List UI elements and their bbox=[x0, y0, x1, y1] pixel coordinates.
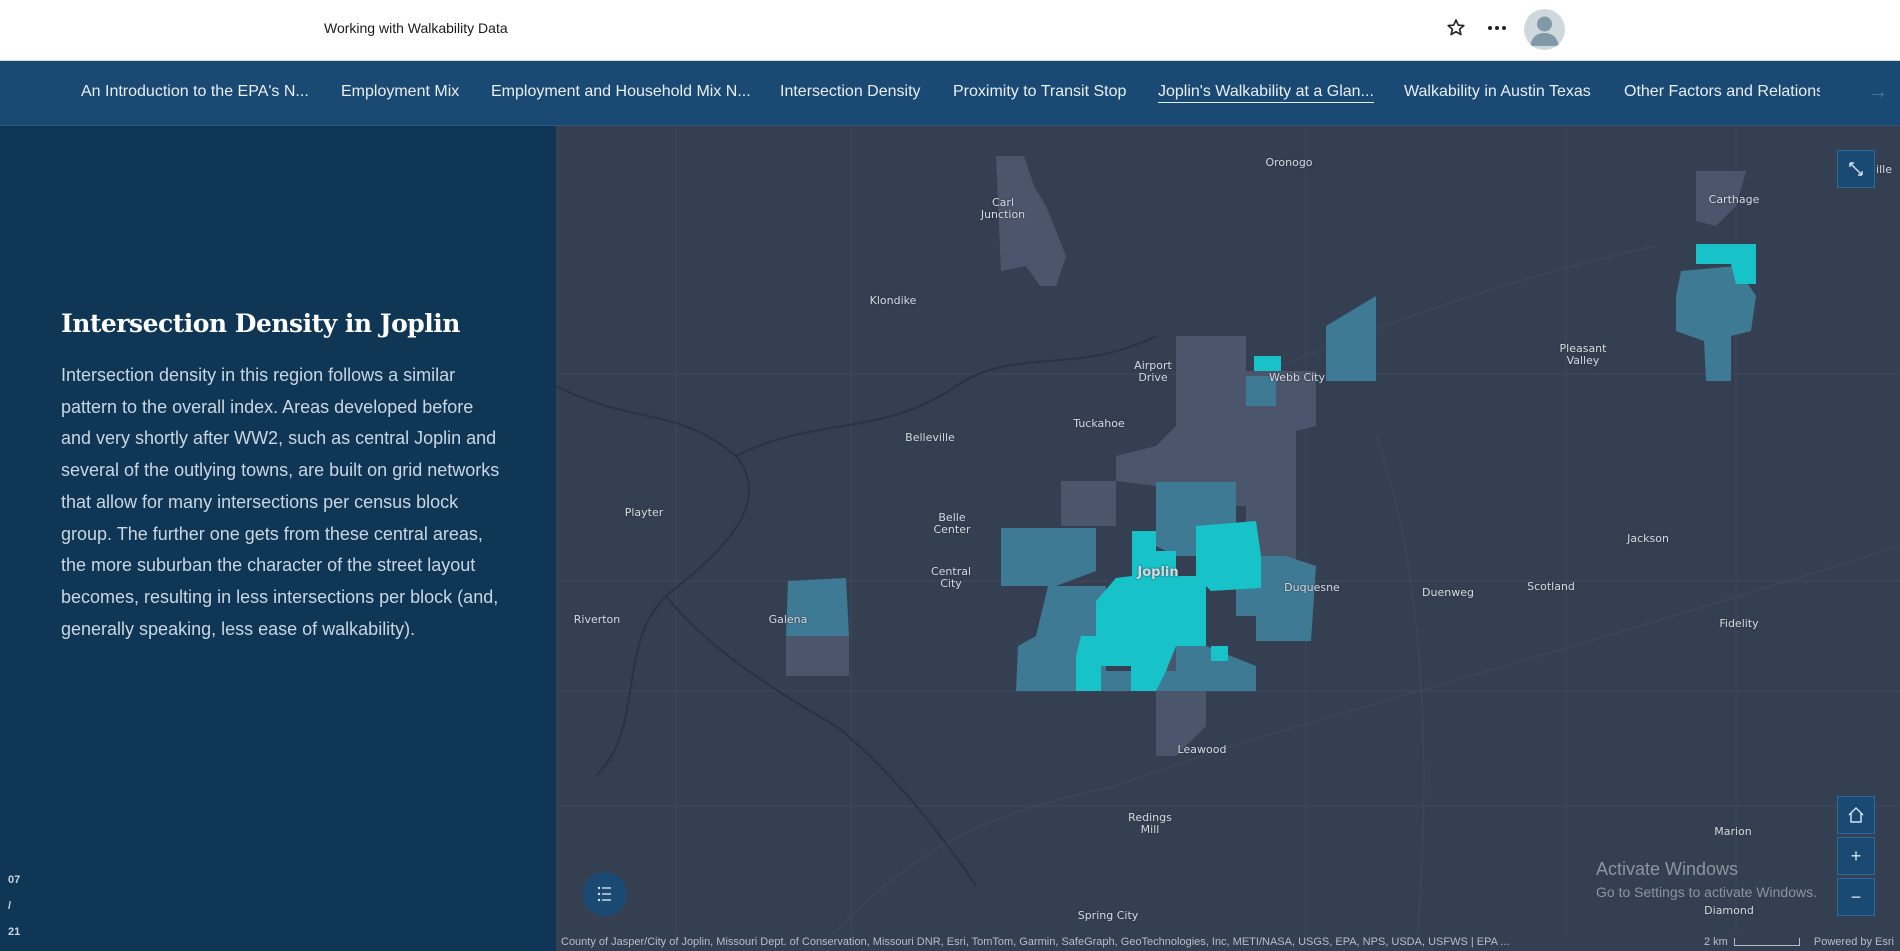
fullscreen-toggle-button[interactable] bbox=[1837, 150, 1875, 188]
tab-walkability-austin[interactable]: Walkability in Austin Texas bbox=[1404, 83, 1591, 101]
place-label: Duquesne bbox=[1284, 581, 1340, 594]
place-label: Klondike bbox=[869, 294, 917, 307]
activate-windows-title: Activate Windows bbox=[1596, 859, 1739, 879]
home-button[interactable] bbox=[1837, 796, 1875, 834]
narrative-panel: Intersection Density in Joplin Intersect… bbox=[0, 126, 556, 951]
place-label: Tuckahoe bbox=[1073, 417, 1125, 430]
tab-introduction[interactable]: An Introduction to the EPA's N... bbox=[81, 83, 309, 101]
map-canvas bbox=[556, 126, 1900, 951]
legend-toggle-button[interactable] bbox=[583, 872, 627, 916]
place-label: Redings Mill bbox=[1128, 811, 1172, 836]
place-label: Playter bbox=[624, 506, 664, 519]
favorite-star-icon[interactable] bbox=[1444, 16, 1468, 40]
slide-counter-separator: / bbox=[8, 900, 12, 912]
place-label-joplin: Joplin bbox=[1137, 565, 1179, 580]
home-icon bbox=[1848, 807, 1864, 823]
tab-proximity-transit[interactable]: Proximity to Transit Stop bbox=[953, 83, 1126, 101]
section-body: Intersection density in this region foll… bbox=[61, 365, 500, 639]
user-avatar[interactable] bbox=[1524, 9, 1565, 50]
powered-by-esri[interactable]: Powered by Esri bbox=[1814, 934, 1894, 951]
app-title: Working with Walkability Data bbox=[324, 20, 508, 36]
slide-counter-current: 07 bbox=[8, 874, 21, 886]
place-label: Carl Junction bbox=[980, 196, 1026, 221]
place-label: Pleasant Valley bbox=[1559, 342, 1607, 367]
top-bar: Working with Walkability Data bbox=[0, 0, 1900, 61]
place-label: Airport Drive bbox=[1134, 359, 1172, 384]
place-label: Central City bbox=[930, 565, 972, 590]
place-label: Diamond bbox=[1704, 904, 1754, 917]
place-label: Marion bbox=[1714, 825, 1752, 838]
scale-bar bbox=[1734, 938, 1800, 946]
place-label: Riverton bbox=[573, 613, 621, 626]
place-label: Carthage bbox=[1708, 193, 1760, 206]
place-label: Duenweg bbox=[1422, 586, 1474, 599]
place-label: Scotland bbox=[1527, 580, 1575, 593]
low-density-blocks bbox=[786, 156, 1746, 756]
expand-icon bbox=[1849, 162, 1863, 176]
tab-other-factors[interactable]: Other Factors and Relations bbox=[1624, 83, 1820, 101]
section-heading: Intersection Density in Joplin bbox=[61, 309, 460, 338]
place-label: Oronogo bbox=[1265, 156, 1313, 169]
place-label: Fidelity bbox=[1719, 617, 1759, 630]
attribution-text[interactable]: County of Jasper/City of Joplin, Missour… bbox=[561, 936, 1510, 948]
place-label: Galena bbox=[768, 613, 808, 626]
story-tabs: An Introduction to the EPA's N... Employ… bbox=[0, 61, 1900, 126]
place-label: ille bbox=[1876, 163, 1892, 176]
tab-employment-mix[interactable]: Employment Mix bbox=[341, 83, 459, 101]
activate-windows-subtitle: Go to Settings to activate Windows. bbox=[1596, 884, 1817, 900]
place-label: Spring City bbox=[1077, 909, 1139, 922]
list-icon bbox=[597, 886, 611, 902]
place-label: Webb City bbox=[1268, 371, 1326, 384]
zoom-in-button[interactable]: + bbox=[1837, 837, 1875, 875]
tab-employment-household-mix[interactable]: Employment and Household Mix N... bbox=[491, 83, 751, 101]
place-label: Belleville bbox=[905, 431, 955, 444]
place-label: Belle Center bbox=[933, 511, 971, 536]
more-options-icon[interactable] bbox=[1484, 16, 1510, 40]
tab-joplin-walkability[interactable]: Joplin's Walkability at a Glan... bbox=[1158, 83, 1374, 101]
map-view[interactable]: Oronogo Carl Junction Carthage Klondike … bbox=[556, 126, 1900, 951]
slide-counter-total: 21 bbox=[8, 926, 21, 938]
place-label: Jackson bbox=[1627, 532, 1669, 545]
map-attribution-bar: County of Jasper/City of Joplin, Missour… bbox=[556, 934, 1900, 951]
tab-intersection-density[interactable]: Intersection Density bbox=[780, 83, 921, 101]
place-label: Leawood bbox=[1177, 743, 1227, 756]
scale-label: 2 km bbox=[1704, 936, 1728, 948]
next-tabs-arrow-icon[interactable]: → bbox=[1868, 81, 1888, 104]
zoom-out-button[interactable]: − bbox=[1837, 878, 1875, 916]
